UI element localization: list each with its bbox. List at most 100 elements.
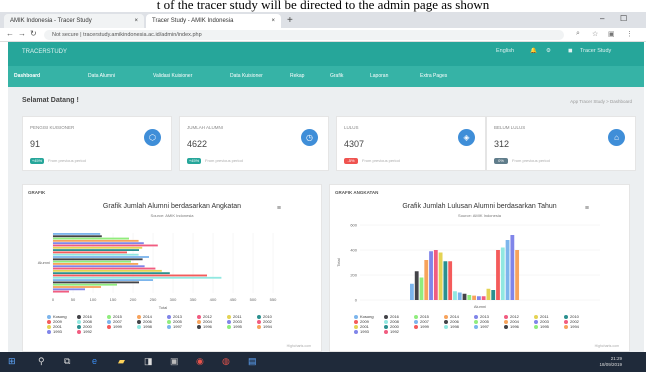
legend-item[interactable]: 1994 <box>257 324 287 329</box>
settings-icon[interactable]: ⚙ <box>546 48 551 54</box>
app-icon[interactable]: ◍ <box>222 356 230 367</box>
clock[interactable]: 21:29 18/09/2019 <box>599 356 622 368</box>
legend-swatch <box>534 324 538 329</box>
menu-grafik[interactable]: Grafik <box>330 73 343 79</box>
bar <box>53 258 143 261</box>
cube-icon: ⬡ <box>144 129 161 146</box>
x-tick-label: 500 <box>250 297 257 302</box>
close-icon[interactable]: × <box>134 14 138 28</box>
windows-start-icon[interactable]: ⊞ <box>8 356 16 367</box>
star-icon[interactable]: ☆ <box>592 30 598 38</box>
legend-item[interactable]: 1997 <box>474 324 504 329</box>
task-view-icon[interactable]: ⧉ <box>64 356 70 367</box>
legend-swatch <box>257 324 261 329</box>
bar <box>53 267 156 270</box>
y-tick-label: 200 <box>350 273 357 278</box>
back-icon[interactable]: ← <box>6 29 14 38</box>
card-from: From previous period <box>205 158 243 163</box>
bar <box>53 256 149 258</box>
legend-item[interactable]: 1996 <box>197 324 227 329</box>
bell-icon[interactable]: 🔔 <box>530 48 537 54</box>
card-value: 4622 <box>187 139 208 149</box>
close-icon[interactable]: × <box>271 14 275 28</box>
browser-tab-1[interactable]: AMIK Indonesia - Tracer Study × <box>4 14 144 28</box>
bar <box>500 247 505 300</box>
legend-label: 1998 <box>143 324 152 329</box>
legend-label: 1996 <box>203 324 212 329</box>
app-icon[interactable]: ▣ <box>170 356 179 367</box>
url-field[interactable]: Not secure | tracerstudy.amikindonesia.a… <box>44 30 564 40</box>
menu-dashboard[interactable]: Dashboard <box>14 73 40 79</box>
menu-data-kuisioner[interactable]: Data Kuisioner <box>230 73 263 79</box>
legend-label: 1995 <box>233 324 242 329</box>
legend-item[interactable]: 1998 <box>137 324 167 329</box>
brand-logo[interactable]: TRACERSTUDY <box>22 49 67 55</box>
bar <box>467 295 472 300</box>
legend-item[interactable]: 1994 <box>564 324 594 329</box>
breadcrumb[interactable]: App Tracer Study > Dashboard <box>570 99 632 104</box>
bar <box>491 290 496 300</box>
legend-label: 1992 <box>390 329 399 334</box>
edge-icon[interactable]: e <box>92 356 97 366</box>
forward-icon[interactable]: → <box>18 29 26 38</box>
bar <box>53 251 127 254</box>
x-tick-label: 50 <box>71 297 76 302</box>
avatar[interactable]: ◼ <box>568 48 573 54</box>
url-text: tracerstudy.amikindonesia.ac.id/admin/in… <box>83 32 202 38</box>
legend-swatch <box>167 324 171 329</box>
menu-rekap[interactable]: Rekap <box>290 73 304 79</box>
search-icon[interactable]: ⌕ <box>576 30 580 38</box>
x-tick-label: 150 <box>110 297 117 302</box>
language-select[interactable]: English <box>496 48 514 54</box>
legend-item[interactable]: 1995 <box>227 324 257 329</box>
legend-item[interactable]: 1997 <box>167 324 197 329</box>
chart-credit[interactable]: Highcharts.com <box>287 344 311 348</box>
reload-icon[interactable]: ↻ <box>30 29 37 38</box>
main-menu: Dashboard Data Alumni Validasi Kuisioner… <box>8 66 644 87</box>
menu-laporan[interactable]: Laporan <box>370 73 388 79</box>
maximize-icon[interactable]: ☐ <box>620 14 627 23</box>
legend-label: 1999 <box>420 324 429 329</box>
legend-item[interactable]: 1995 <box>534 324 564 329</box>
search-icon[interactable]: ⚲ <box>38 356 45 367</box>
user-menu[interactable]: Tracer Study <box>580 48 611 54</box>
app-icon[interactable]: ▤ <box>248 356 257 367</box>
extension-icon[interactable]: ▣ <box>608 30 615 38</box>
new-tab-button[interactable]: + <box>287 14 293 28</box>
x-tick-label: 0 <box>52 297 55 302</box>
store-icon[interactable]: ◨ <box>144 356 153 367</box>
legend-item[interactable]: 1999 <box>414 324 444 329</box>
legend-item[interactable]: 1992 <box>77 329 107 334</box>
menu-icon[interactable]: ⋮ <box>626 30 633 38</box>
page-title: Selamat Datang ! <box>22 97 79 104</box>
y-tick-label: 0 <box>355 298 358 303</box>
menu-data-alumni[interactable]: Data Alumni <box>88 73 115 79</box>
security-label: Not secure <box>52 32 79 38</box>
legend-item[interactable]: 1998 <box>444 324 474 329</box>
menu-validasi-kuisioner[interactable]: Validasi Kuisioner <box>153 73 192 79</box>
legend-item[interactable]: 1993 <box>47 329 77 334</box>
minimize-icon[interactable]: – <box>600 14 604 23</box>
x-tick-label: 450 <box>230 297 237 302</box>
legend-label: 1999 <box>113 324 122 329</box>
legend-swatch <box>414 324 418 329</box>
bar <box>53 239 139 242</box>
chart-panel-angkatan: GRAFIK Grafik Jumlah Alumni berdasarkan … <box>22 184 322 352</box>
chart-credit[interactable]: Highcharts.com <box>595 344 619 348</box>
bar <box>429 251 433 300</box>
document-caption: t of the tracer study will be directed t… <box>156 0 490 12</box>
x-tick-label: 550 <box>270 297 277 302</box>
x-axis-label: Total <box>159 305 168 310</box>
legend-item[interactable]: 1999 <box>107 324 137 329</box>
stat-card-pengisi: PENGISI KUISIONER 91 +45% From previous … <box>22 116 172 171</box>
bar <box>53 279 153 281</box>
legend-item[interactable]: 1992 <box>384 329 414 334</box>
bar <box>53 260 131 263</box>
legend-item[interactable]: 1996 <box>504 324 534 329</box>
browser-tab-2[interactable]: Tracer Study - AMIK Indonesia × <box>146 14 281 28</box>
legend-item[interactable]: 1993 <box>354 329 384 334</box>
menu-extra-pages[interactable]: Extra Pages <box>420 73 447 79</box>
bar <box>53 290 69 293</box>
chrome-icon[interactable]: ◉ <box>196 356 204 367</box>
explorer-icon[interactable]: ▰ <box>118 356 125 367</box>
